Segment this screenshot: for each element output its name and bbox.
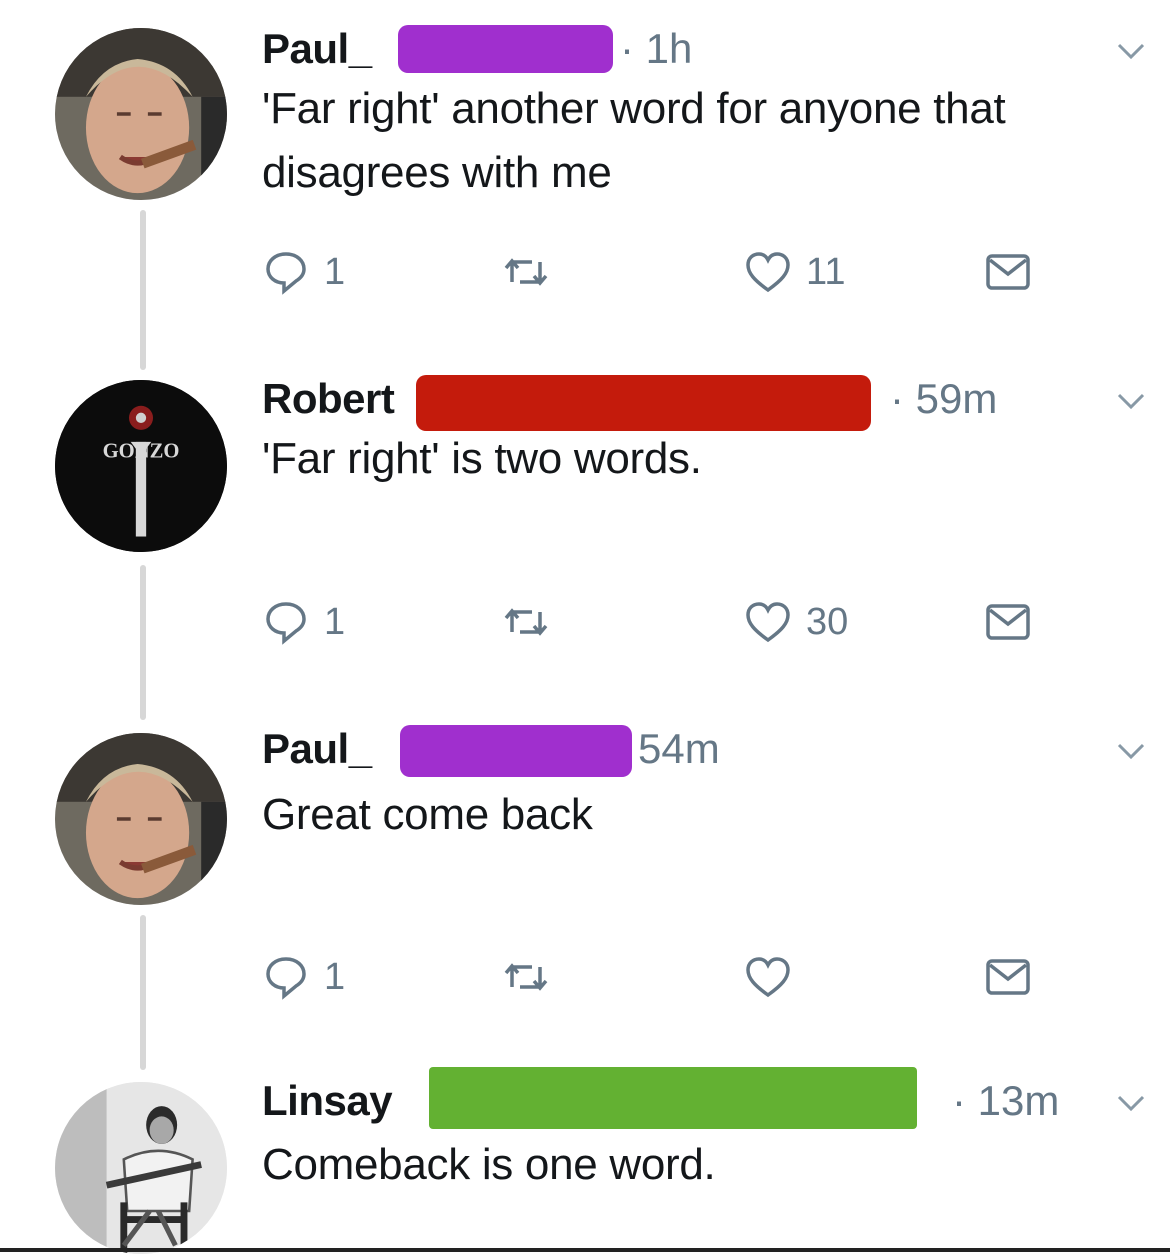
thread-line: [140, 915, 146, 1070]
chevron-down-icon[interactable]: [1114, 735, 1148, 765]
chevron-down-icon[interactable]: [1114, 385, 1148, 415]
like-button[interactable]: [744, 952, 806, 1002]
tweet-text: 'Far right' is two words.: [262, 434, 702, 483]
thread-line: [140, 565, 146, 720]
tweet-header: Robert · 59m: [262, 375, 1170, 435]
reply-icon: [266, 252, 306, 295]
avatar-robert[interactable]: GONZO: [55, 380, 227, 552]
tweet-actions: 1 11: [262, 247, 1062, 297]
tweet-time[interactable]: · 1h: [620, 25, 692, 73]
tweet-time[interactable]: 54m: [638, 725, 720, 773]
tweet[interactable]: Linsay · 13m Comeback is one word.: [262, 1067, 1170, 1247]
like-button[interactable]: 11: [744, 247, 845, 297]
tweet-time[interactable]: · 59m: [890, 375, 997, 423]
tweet-thread: Paul_ · 1h 'Far right' another word for …: [0, 0, 1170, 1260]
tweet-text: 'Far right' another word for anyone that…: [262, 84, 1006, 197]
avatar-paul[interactable]: [55, 733, 227, 905]
dm-button[interactable]: [984, 597, 1032, 647]
heart-icon: [746, 957, 790, 998]
retweet-button[interactable]: [502, 247, 564, 297]
retweet-icon: [504, 258, 548, 286]
redaction-bar: [398, 25, 613, 73]
author-name[interactable]: Robert: [262, 375, 395, 423]
tweet-text: Great come back: [262, 790, 593, 839]
avatar-paul[interactable]: [55, 28, 227, 200]
reply-icon: [266, 957, 306, 1000]
divider: [0, 1248, 1170, 1252]
author-name[interactable]: Linsay: [262, 1077, 393, 1125]
like-count: 30: [806, 600, 849, 643]
retweet-button[interactable]: [502, 952, 564, 1002]
retweet-icon: [504, 608, 548, 636]
tweet-actions: 1 30: [262, 597, 1062, 647]
tweet[interactable]: Robert · 59m 'Far right' is two words. 1…: [262, 375, 1170, 655]
dm-button[interactable]: [984, 247, 1032, 297]
tweet-header: Paul_ · 1h: [262, 25, 1170, 85]
tweet[interactable]: Paul_ 54m Great come back 1: [262, 725, 1170, 1005]
redaction-bar: [429, 1067, 917, 1129]
tweet-header: Paul_ 54m: [262, 725, 1170, 785]
envelope-icon: [986, 254, 1030, 290]
heart-icon: [746, 252, 790, 293]
chevron-down-icon[interactable]: [1114, 35, 1148, 65]
redaction-bar: [416, 375, 871, 431]
avatar-linsay[interactable]: [55, 1082, 227, 1254]
avatar-badge-text: GONZO: [103, 440, 180, 462]
heart-icon: [746, 602, 790, 643]
envelope-icon: [986, 604, 1030, 640]
reply-count: 1: [324, 955, 346, 998]
retweet-icon: [504, 963, 548, 991]
thread-line: [140, 210, 146, 370]
reply-count: 1: [324, 250, 346, 293]
reply-icon: [266, 602, 306, 645]
reply-button[interactable]: 1: [262, 952, 345, 1002]
chevron-down-icon[interactable]: [1114, 1087, 1148, 1117]
author-name[interactable]: Paul_: [262, 25, 372, 73]
tweet[interactable]: Paul_ · 1h 'Far right' another word for …: [262, 25, 1170, 305]
retweet-button[interactable]: [502, 597, 564, 647]
tweet-actions: 1: [262, 952, 1062, 1002]
like-count: 11: [806, 250, 846, 293]
author-name[interactable]: Paul_: [262, 725, 372, 773]
envelope-icon: [986, 959, 1030, 995]
like-button[interactable]: 30: [744, 597, 848, 647]
tweet-time[interactable]: · 13m: [952, 1077, 1059, 1125]
redaction-bar: [400, 725, 632, 777]
tweet-text: Comeback is one word.: [262, 1140, 716, 1189]
reply-button[interactable]: 1: [262, 597, 345, 647]
tweet-header: Linsay · 13m: [262, 1067, 1170, 1137]
dm-button[interactable]: [984, 952, 1032, 1002]
reply-count: 1: [324, 600, 346, 643]
reply-button[interactable]: 1: [262, 247, 345, 297]
